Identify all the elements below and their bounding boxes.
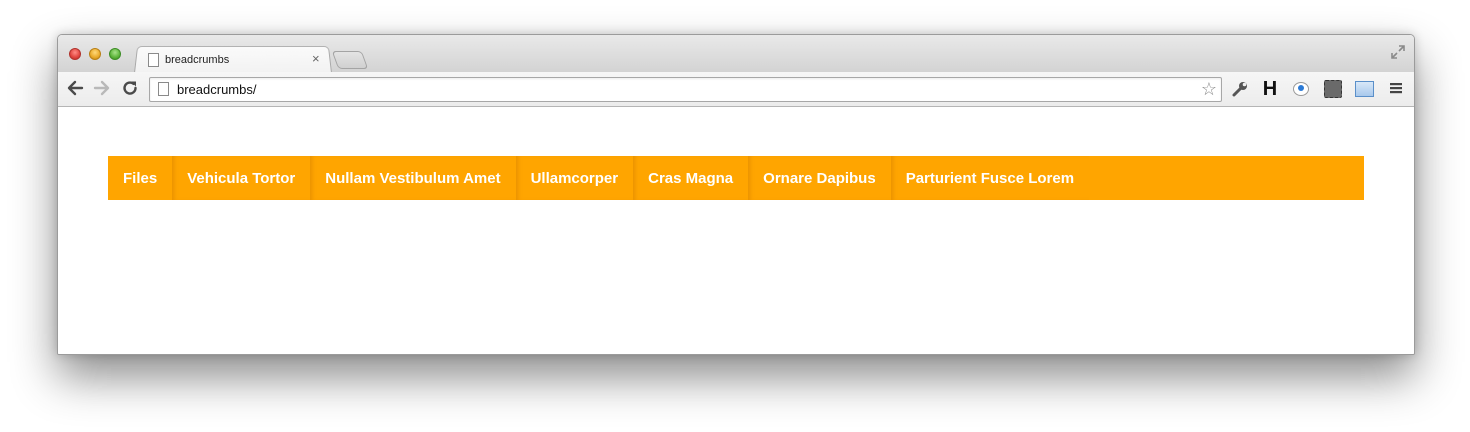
browser-window: breadcrumbs × breadcrumbs/ ☆ H Files Veh… [57,34,1415,355]
browser-toolbar: ☆ H [58,72,1414,107]
forward-button[interactable] [92,79,112,99]
page-icon [148,53,159,67]
breadcrumb-item-cras-magna[interactable]: Cras Magna [633,156,748,200]
tab-close-icon[interactable]: × [312,50,320,68]
breadcrumb: Files Vehicula Tortor Nullam Vestibulum … [108,156,1364,200]
arrow-right-icon [93,80,110,96]
close-window-button[interactable] [69,48,81,60]
address-bar[interactable]: ☆ [149,77,1222,102]
zoom-window-button[interactable] [109,48,121,60]
window-icon[interactable] [1355,80,1374,98]
title-bar: breadcrumbs × [58,35,1414,73]
breadcrumb-item-ornare-dapibus[interactable]: Ornare Dapibus [748,156,891,200]
tab-title: breadcrumbs [165,54,230,66]
star-icon[interactable]: ☆ [1201,79,1217,99]
evernote-logo-icon [1324,80,1342,98]
page-icon [158,82,169,96]
evernote-icon[interactable] [1324,80,1342,98]
reload-button[interactable] [120,79,140,99]
back-button[interactable] [65,79,85,99]
chat-icon[interactable] [1292,80,1310,98]
breadcrumb-item-nullam-vestibulum-amet[interactable]: Nullam Vestibulum Amet [310,156,515,200]
breadcrumb-item-ullamcorper[interactable]: Ullamcorper [516,156,634,200]
new-tab-button[interactable] [331,51,369,69]
page-viewport: Files Vehicula Tortor Nullam Vestibulum … [58,107,1414,354]
fullscreen-icon[interactable] [1391,45,1405,59]
breadcrumb-item-files[interactable]: Files [108,156,172,200]
window-logo-icon [1355,81,1374,97]
breadcrumb-item-vehicula-tortor[interactable]: Vehicula Tortor [172,156,310,200]
hamburger-menu-icon[interactable] [1387,80,1405,98]
url-input[interactable] [177,81,1077,98]
browser-tab-content: breadcrumbs [148,51,328,69]
h-icon[interactable]: H [1261,79,1279,99]
arrow-left-icon [67,80,84,96]
wrench-icon[interactable] [1231,80,1249,98]
chat-bubble-icon [1293,82,1309,96]
minimize-window-button[interactable] [89,48,101,60]
reload-icon [123,81,137,95]
breadcrumb-item-parturient-fusce-lorem[interactable]: Parturient Fusce Lorem [891,156,1089,200]
